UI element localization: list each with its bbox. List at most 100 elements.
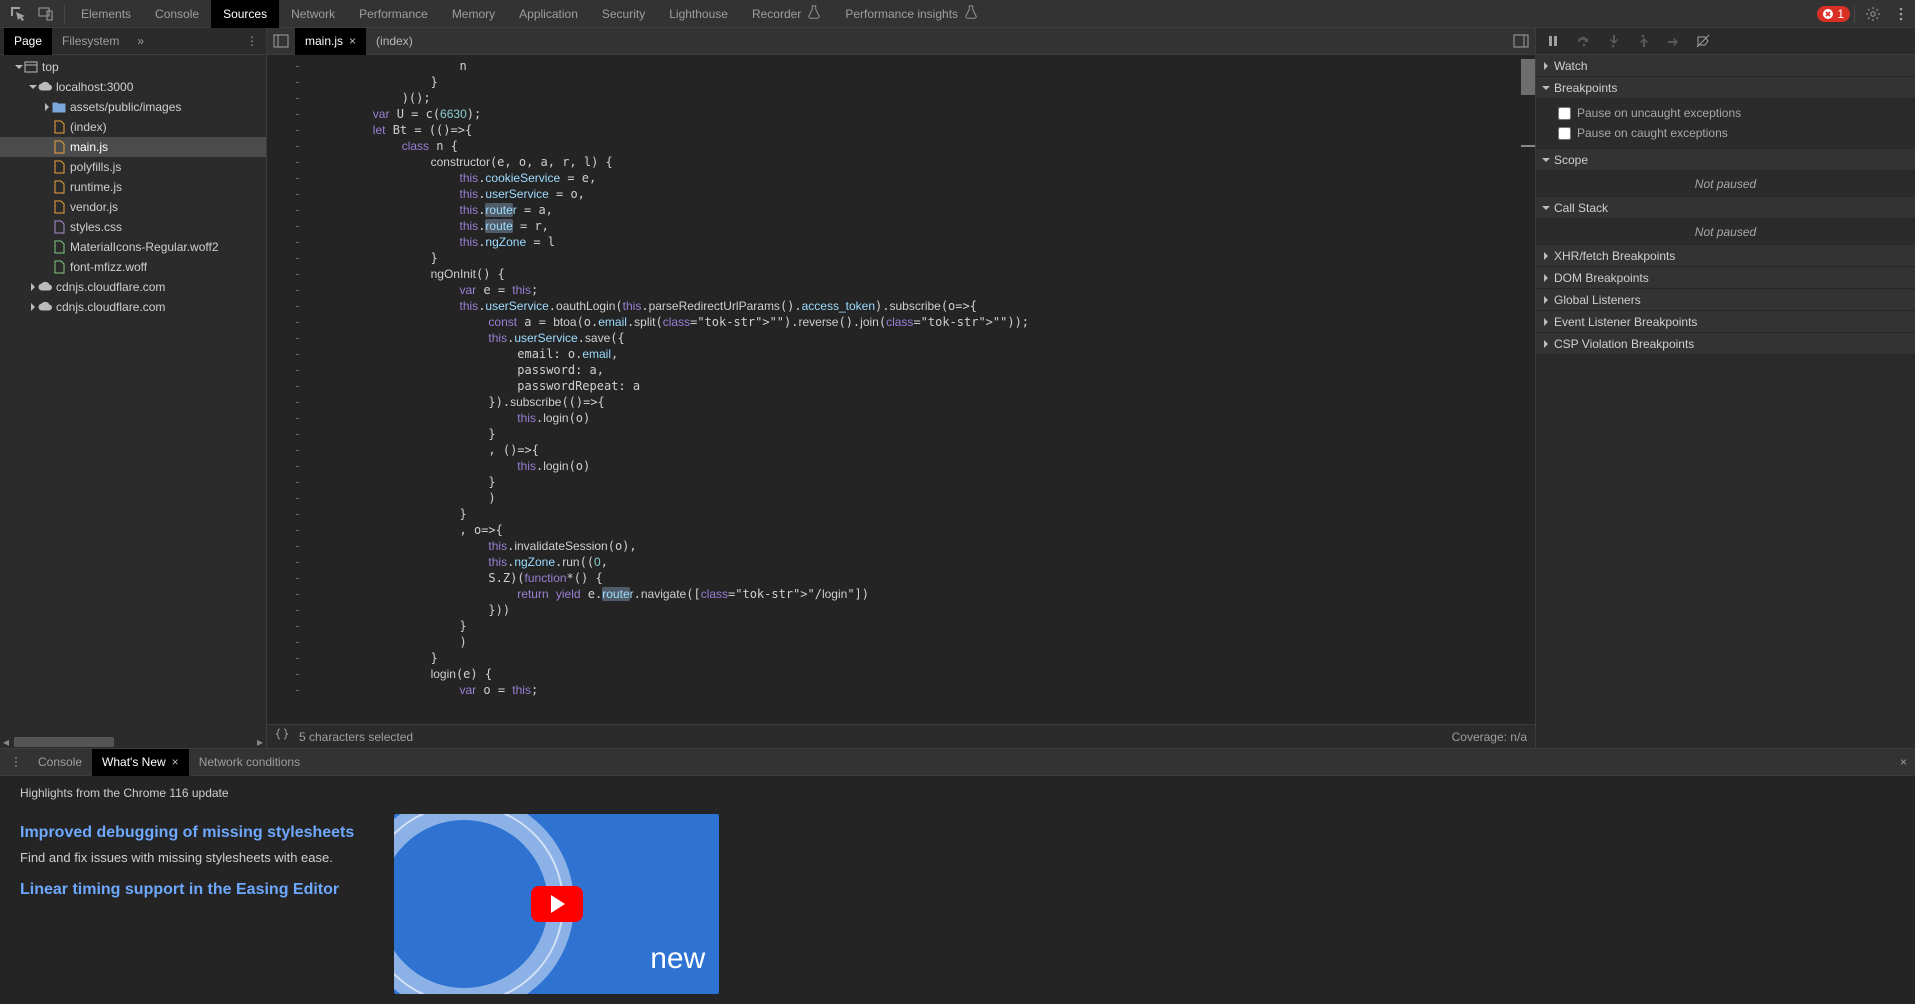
tree-row-folder[interactable]: assets/public/images	[0, 97, 266, 117]
section-watch[interactable]: Watch	[1536, 55, 1915, 77]
tree-row-file[interactable]: (index)	[0, 117, 266, 137]
section-event[interactable]: Event Listener Breakpoints	[1536, 311, 1915, 333]
tree-label: polyfills.js	[70, 160, 121, 174]
drawer-tab-whatsnew[interactable]: What's New×	[92, 749, 189, 776]
section-callstack[interactable]: Call Stack	[1536, 197, 1915, 219]
section-global[interactable]: Global Listeners	[1536, 289, 1915, 311]
step-out-icon[interactable]	[1630, 28, 1656, 55]
pretty-print-icon[interactable]	[275, 728, 289, 745]
tree-label: styles.css	[70, 220, 122, 234]
navigator-tabbar: Page Filesystem » ⋮	[0, 28, 266, 55]
tree-label: MaterialIcons-Regular.woff2	[70, 240, 219, 254]
section-csp[interactable]: CSP Violation Breakpoints	[1536, 333, 1915, 355]
tree-label: cdnjs.cloudflare.com	[56, 300, 165, 314]
navigator-more-tabs-icon[interactable]: »	[129, 34, 152, 48]
tree-row-top[interactable]: top	[0, 57, 266, 77]
folder-icon	[52, 100, 66, 114]
close-icon[interactable]: ×	[172, 755, 179, 769]
selection-status: 5 characters selected	[299, 730, 413, 744]
tree-row-file[interactable]: font-mfizz.woff	[0, 257, 266, 277]
tree-row-file[interactable]: main.js	[0, 137, 266, 157]
code-area[interactable]: n } )(); var U = c(6630); let Bt = (()=>…	[307, 55, 1535, 724]
whatsnew-h2: Linear timing support in the Easing Edit…	[20, 881, 354, 899]
file-icon	[52, 120, 66, 134]
tree-row-file[interactable]: vendor.js	[0, 197, 266, 217]
drawer-body: Highlights from the Chrome 116 update Im…	[0, 776, 1915, 1004]
tab-security[interactable]: Security	[590, 0, 657, 28]
navigator-horizontal-scrollbar[interactable]: ◂▸	[0, 736, 266, 748]
file-icon	[52, 180, 66, 194]
device-toolbar-icon[interactable]	[32, 0, 60, 28]
disclosure-triangle-icon	[14, 63, 24, 71]
tree-row-domain[interactable]: cdnjs.cloudflare.com	[0, 297, 266, 317]
section-dom[interactable]: DOM Breakpoints	[1536, 267, 1915, 289]
window-icon	[24, 60, 38, 74]
navigator-tab-page[interactable]: Page	[4, 28, 52, 55]
editor-tabbar: main.js× (index)	[267, 28, 1535, 55]
tree-label: cdnjs.cloudflare.com	[56, 280, 165, 294]
navigator-tab-filesystem[interactable]: Filesystem	[52, 28, 129, 55]
callstack-not-paused: Not paused	[1536, 219, 1915, 245]
tab-console[interactable]: Console	[143, 0, 211, 28]
editor-tab-mainjs[interactable]: main.js×	[295, 28, 366, 55]
file-icon	[52, 200, 66, 214]
debugger-sections: Watch Breakpoints Pause on uncaught exce…	[1536, 55, 1915, 748]
error-count-badge[interactable]: 1	[1817, 6, 1850, 22]
tab-application[interactable]: Application	[507, 0, 590, 28]
drawer-tab-console[interactable]: Console	[28, 749, 92, 776]
drawer-tab-network-conditions[interactable]: Network conditions	[189, 749, 310, 776]
deactivate-breakpoints-icon[interactable]	[1690, 28, 1716, 55]
toggle-navigator-icon[interactable]	[267, 28, 295, 55]
drawer-close-icon[interactable]: ×	[1892, 755, 1915, 769]
whatsnew-p1: Find and fix issues with missing stylesh…	[20, 850, 354, 865]
tab-performance[interactable]: Performance	[347, 0, 440, 28]
step-over-icon[interactable]	[1570, 28, 1596, 55]
inspect-element-icon[interactable]	[4, 0, 32, 28]
section-scope[interactable]: Scope	[1536, 149, 1915, 171]
disclosure-triangle-icon	[42, 103, 52, 111]
editor-vertical-scrollbar[interactable]	[1521, 55, 1535, 724]
code-content[interactable]: n } )(); var U = c(6630); let Bt = (()=>…	[307, 55, 1535, 701]
pause-icon[interactable]	[1540, 28, 1566, 55]
tab-network[interactable]: Network	[279, 0, 347, 28]
tree-row-domain[interactable]: cdnjs.cloudflare.com	[0, 277, 266, 297]
step-icon[interactable]	[1660, 28, 1686, 55]
tree-label: vendor.js	[70, 200, 118, 214]
tab-elements[interactable]: Elements	[69, 0, 143, 28]
whatsnew-heading: Highlights from the Chrome 116 update	[20, 786, 1895, 800]
tree-row-file[interactable]: polyfills.js	[0, 157, 266, 177]
scope-not-paused: Not paused	[1536, 171, 1915, 197]
editor-panel: main.js× (index) -----------------------…	[267, 28, 1535, 748]
tree-row-host[interactable]: localhost:3000	[0, 77, 266, 97]
tab-memory[interactable]: Memory	[440, 0, 507, 28]
whatsnew-video-thumbnail[interactable]: new	[394, 814, 719, 994]
close-icon[interactable]: ×	[349, 34, 356, 48]
coverage-status: Coverage: n/a	[1452, 730, 1527, 744]
toggle-debugger-icon[interactable]	[1507, 28, 1535, 55]
pause-uncaught-checkbox[interactable]: Pause on uncaught exceptions	[1558, 103, 1909, 123]
section-breakpoints[interactable]: Breakpoints	[1536, 77, 1915, 99]
disclosure-triangle-icon	[28, 83, 38, 91]
drawer-menu-icon[interactable]: ⋮	[4, 755, 28, 769]
tab-sources[interactable]: Sources	[211, 0, 279, 28]
editor-tab-index[interactable]: (index)	[366, 28, 423, 55]
pause-caught-checkbox[interactable]: Pause on caught exceptions	[1558, 123, 1909, 143]
tree-row-file[interactable]: MaterialIcons-Regular.woff2	[0, 237, 266, 257]
tree-label: top	[42, 60, 59, 74]
navigator-menu-icon[interactable]: ⋮	[238, 34, 266, 48]
tree-row-file[interactable]: styles.css	[0, 217, 266, 237]
tab-recorder[interactable]: Recorder	[740, 0, 833, 28]
tab-performance-insights[interactable]: Performance insights	[833, 0, 990, 28]
section-xhr[interactable]: XHR/fetch Breakpoints	[1536, 245, 1915, 267]
tree-row-file[interactable]: runtime.js	[0, 177, 266, 197]
kebab-menu-icon[interactable]	[1887, 0, 1915, 28]
debugger-sidebar: Watch Breakpoints Pause on uncaught exce…	[1535, 28, 1915, 748]
step-into-icon[interactable]	[1600, 28, 1626, 55]
drawer-tabbar: ⋮ Console What's New× Network conditions…	[0, 749, 1915, 776]
file-icon	[52, 240, 66, 254]
tree-label: localhost:3000	[56, 80, 133, 94]
settings-gear-icon[interactable]	[1859, 0, 1887, 28]
file-icon	[52, 140, 66, 154]
tab-lighthouse[interactable]: Lighthouse	[657, 0, 740, 28]
file-icon	[52, 160, 66, 174]
